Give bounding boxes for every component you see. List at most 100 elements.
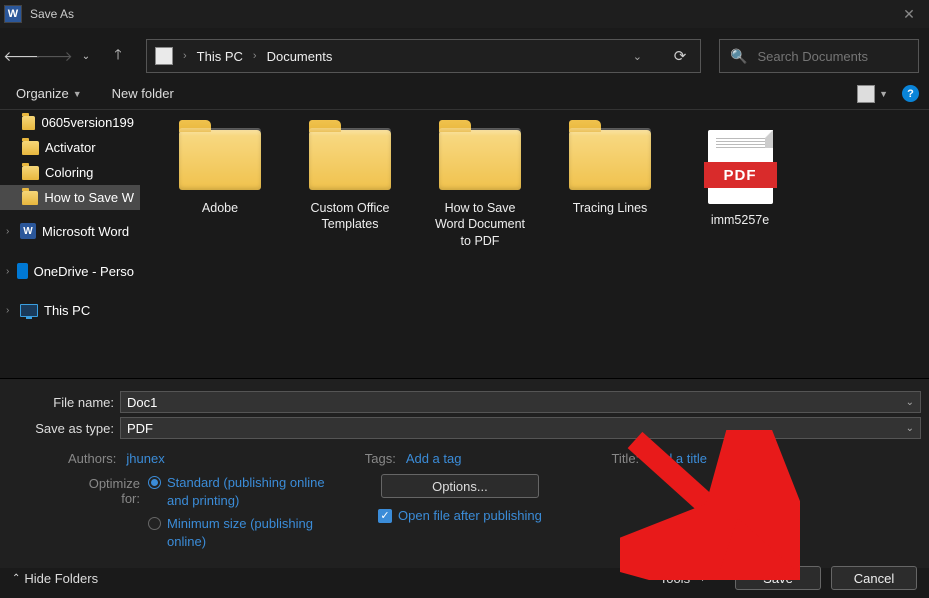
save-type-value: PDF	[127, 421, 153, 436]
organize-label: Organize	[16, 86, 69, 101]
file-item[interactable]: How to Save Word Document to PDF	[430, 130, 530, 249]
radio-icon	[148, 476, 161, 489]
title-label: Title:	[611, 451, 639, 466]
save-button[interactable]: Save	[735, 566, 821, 590]
tools-button[interactable]: Tools ▼	[660, 571, 707, 586]
back-button[interactable]: 🡐	[10, 44, 34, 68]
file-name-value: Doc1	[127, 395, 157, 410]
search-box[interactable]: 🔍	[719, 39, 919, 73]
radio-icon	[148, 517, 161, 530]
tree-node[interactable]: ›OneDrive - Perso	[0, 258, 140, 284]
footer: ⌃ Hide Folders Tools ▼ Save Cancel	[0, 558, 929, 598]
authors-label: Authors:	[68, 451, 116, 466]
file-name-input[interactable]: Doc1 ⌄	[120, 391, 921, 413]
toolbar: Organize ▼ New folder ▼ ?	[0, 78, 929, 110]
tree-label: Activator	[45, 140, 96, 155]
tree-label: OneDrive - Perso	[34, 264, 134, 279]
up-button[interactable]: 🡑	[106, 44, 130, 68]
organize-button[interactable]: Organize ▼	[10, 82, 88, 105]
file-item[interactable]: PDF imm5257e	[690, 130, 790, 228]
window-title: Save As	[30, 7, 74, 21]
onedrive-icon	[17, 263, 27, 279]
tools-label: Tools	[660, 571, 690, 586]
nav-row: 🡐 🡒 ⌄ 🡑 › This PC › Documents ⌄ ⟳ 🔍	[0, 34, 929, 78]
view-icon	[857, 85, 875, 103]
save-type-label: Save as type:	[8, 421, 120, 436]
save-form: File name: Doc1 ⌄ Save as type: PDF ⌄ Auth…	[0, 378, 929, 568]
breadcrumb-item[interactable]: This PC	[197, 49, 243, 64]
search-icon: 🔍	[730, 48, 747, 65]
title-bar: W Save As ✕	[0, 0, 929, 28]
chevron-down-icon: ▼	[698, 573, 707, 583]
hide-folders-label: Hide Folders	[24, 571, 98, 586]
tree-node[interactable]: Activator	[0, 135, 140, 160]
breadcrumb-separator: ›	[183, 50, 187, 62]
tree-node[interactable]: Coloring	[0, 160, 140, 185]
close-icon[interactable]: ✕	[889, 6, 929, 23]
file-name-label: File name:	[8, 395, 120, 410]
chevron-right-icon: ›	[6, 305, 14, 316]
file-item[interactable]: Tracing Lines	[560, 130, 660, 216]
view-button[interactable]: ▼	[857, 85, 888, 103]
file-label: Custom Office Templates	[300, 200, 400, 233]
authors-value: jhunex	[126, 451, 164, 466]
folder-icon	[179, 130, 261, 190]
location-icon	[155, 47, 173, 65]
chevron-down-icon: ▼	[73, 89, 82, 99]
chevron-up-icon: ⌃	[12, 573, 20, 584]
chevron-down-icon[interactable]: ⌄	[906, 397, 914, 408]
hide-folders-button[interactable]: ⌃ Hide Folders	[12, 571, 98, 586]
tags-group[interactable]: Tags:Add a tag	[365, 451, 462, 466]
folder-icon	[22, 191, 38, 205]
address-dropdown-icon[interactable]: ⌄	[633, 50, 652, 63]
tree-node-selected[interactable]: How to Save W	[0, 185, 140, 210]
title-value: Add a title	[649, 451, 707, 466]
chevron-right-icon: ›	[6, 226, 14, 237]
file-item[interactable]: Adobe	[170, 130, 270, 216]
file-grid[interactable]: Adobe Custom Office Templates How to Sav…	[140, 110, 929, 378]
open-after-checkbox[interactable]: ✓ Open file after publishing	[378, 508, 542, 523]
radio-label: Standard (publishing online and printing…	[167, 474, 348, 509]
breadcrumb-separator: ›	[253, 50, 257, 62]
pdf-badge: PDF	[704, 162, 777, 188]
tree-node[interactable]: › W Microsoft Word	[0, 218, 140, 244]
recent-dropdown-icon[interactable]: ⌄	[74, 44, 98, 68]
checkbox-checked-icon: ✓	[378, 509, 392, 523]
file-item[interactable]: Custom Office Templates	[300, 130, 400, 233]
address-bar[interactable]: › This PC › Documents ⌄ ⟳	[146, 39, 701, 73]
folder-icon	[22, 116, 35, 130]
optimize-minimum-radio[interactable]: Minimum size (publishing online)	[148, 515, 348, 550]
help-icon[interactable]: ?	[902, 85, 919, 102]
tree-label: This PC	[44, 303, 90, 318]
breadcrumb-item[interactable]: Documents	[267, 49, 333, 64]
save-type-select[interactable]: PDF ⌄	[120, 417, 921, 439]
pdf-icon: PDF	[708, 130, 773, 204]
checkbox-label: Open file after publishing	[398, 508, 542, 523]
cancel-button[interactable]: Cancel	[831, 566, 917, 590]
new-folder-button[interactable]: New folder	[106, 82, 180, 105]
optimize-standard-radio[interactable]: Standard (publishing online and printing…	[148, 474, 348, 509]
tree-label: Microsoft Word	[42, 224, 129, 239]
optimize-label: Optimize for:	[68, 474, 148, 506]
file-label: Tracing Lines	[560, 200, 660, 216]
refresh-icon[interactable]: ⟳	[668, 47, 692, 65]
word-icon: W	[20, 223, 36, 239]
authors-group[interactable]: Authors: jhunex	[68, 451, 165, 466]
tree-label: 0605version199	[41, 115, 134, 130]
folder-icon	[439, 130, 521, 190]
file-label: imm5257e	[690, 212, 790, 228]
search-input[interactable]	[757, 49, 908, 64]
options-button[interactable]: Options...	[381, 474, 539, 498]
pc-icon	[20, 304, 38, 317]
forward-button[interactable]: 🡒	[42, 44, 66, 68]
tree-node[interactable]: 0605version199	[0, 110, 140, 135]
tree-label: Coloring	[45, 165, 93, 180]
folder-icon	[22, 166, 39, 180]
chevron-down-icon[interactable]: ⌄	[906, 423, 914, 434]
file-label: Adobe	[170, 200, 270, 216]
main-area: 0605version199 Activator Coloring How to…	[0, 110, 929, 378]
tree-node[interactable]: › This PC	[0, 298, 140, 323]
radio-label: Minimum size (publishing online)	[167, 515, 348, 550]
folder-icon	[309, 130, 391, 190]
title-group[interactable]: Title: Add a title	[611, 451, 707, 466]
